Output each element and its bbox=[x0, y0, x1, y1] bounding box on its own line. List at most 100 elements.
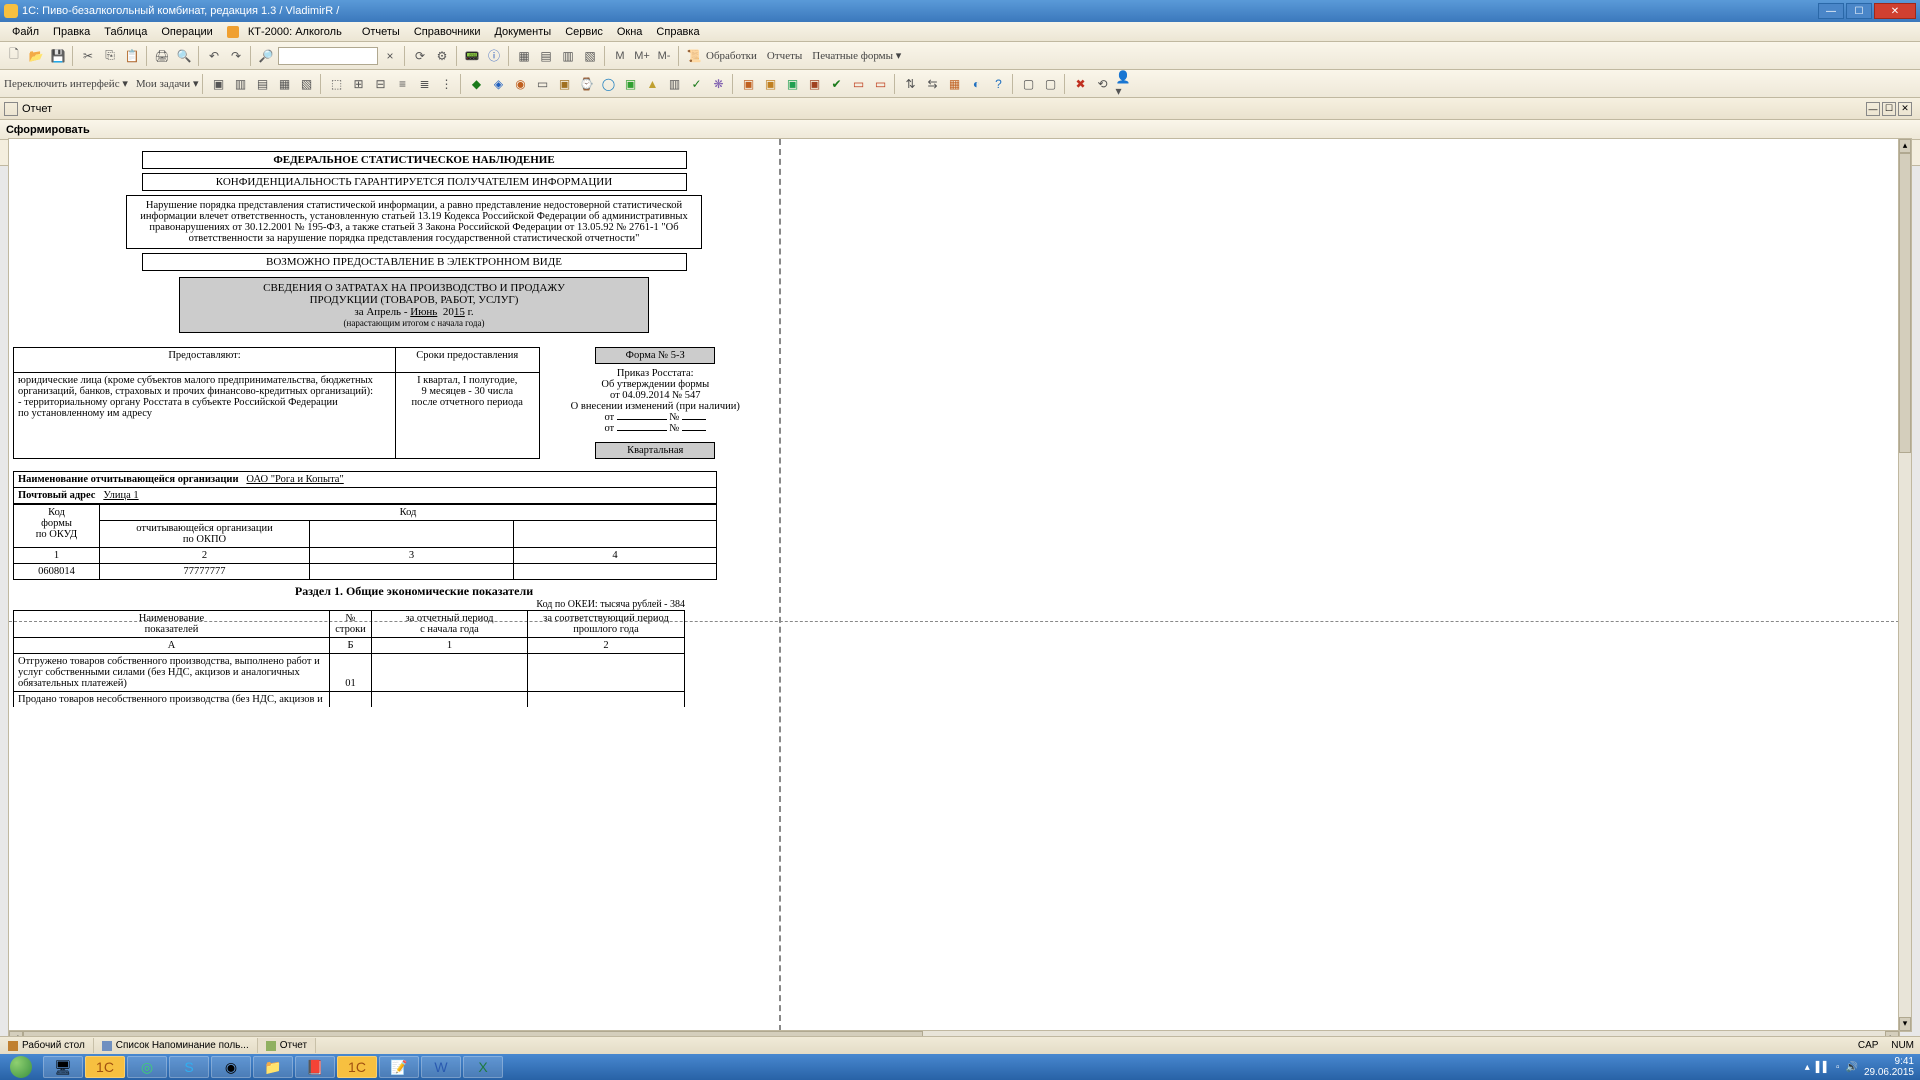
taskbar-1c2-icon[interactable]: 1C bbox=[337, 1056, 377, 1078]
minimize-button[interactable]: — bbox=[1818, 3, 1844, 19]
otchety-menu[interactable]: Отчеты bbox=[767, 50, 802, 62]
t2-icon-8[interactable]: ⊟ bbox=[370, 74, 390, 94]
copy-icon[interactable]: ⎘ bbox=[100, 46, 120, 66]
print-icon[interactable]: 🖨 bbox=[152, 46, 172, 66]
doc2-icon[interactable]: ▤ bbox=[536, 46, 556, 66]
menu-service[interactable]: Сервис bbox=[559, 24, 609, 40]
memory-mplus-button[interactable]: M+ bbox=[632, 46, 652, 66]
switch-interface-button[interactable]: Переключить интерфейс ▾ bbox=[4, 77, 128, 90]
taskbar-1c-icon[interactable]: 1C bbox=[85, 1056, 125, 1078]
start-button[interactable] bbox=[0, 1054, 42, 1080]
t2-icon-31[interactable]: ⇅ bbox=[900, 74, 920, 94]
menu-refs[interactable]: Справочники bbox=[408, 24, 487, 40]
t2-icon-3[interactable]: ▤ bbox=[252, 74, 272, 94]
nav-icon[interactable]: ⚙ bbox=[432, 46, 452, 66]
status-report[interactable]: Отчет bbox=[258, 1038, 316, 1053]
menu-kt2000[interactable]: КТ-2000: Алкоголь bbox=[221, 22, 354, 42]
t2-icon-16[interactable]: ▣ bbox=[554, 74, 574, 94]
close-button[interactable]: ✕ bbox=[1874, 3, 1916, 19]
doc1-icon[interactable]: ▦ bbox=[514, 46, 534, 66]
t2-icon-26[interactable]: ▣ bbox=[782, 74, 802, 94]
t2-icon-37[interactable]: ▢ bbox=[1040, 74, 1060, 94]
taskbar-folder-icon[interactable]: 📁 bbox=[253, 1056, 293, 1078]
taskbar-word-icon[interactable]: W bbox=[421, 1056, 461, 1078]
t2-icon-27[interactable]: ▣ bbox=[804, 74, 824, 94]
t2-icon-18[interactable]: ◯ bbox=[598, 74, 618, 94]
script-icon[interactable]: 📜 bbox=[684, 46, 704, 66]
t2-icon-30[interactable]: ▭ bbox=[870, 74, 890, 94]
open-icon[interactable]: 📂 bbox=[26, 46, 46, 66]
taskbar-explorer-icon[interactable]: 🖥 bbox=[43, 1056, 83, 1078]
cut-icon[interactable]: ✂ bbox=[78, 46, 98, 66]
t2-user-icon[interactable]: 👤▾ bbox=[1114, 74, 1134, 94]
t2-icon-34[interactable]: ◐ bbox=[966, 74, 986, 94]
save-icon[interactable]: 💾 bbox=[48, 46, 68, 66]
t2-icon-12[interactable]: ◆ bbox=[466, 74, 486, 94]
redo-icon[interactable]: ↷ bbox=[226, 46, 246, 66]
t2-icon-38[interactable]: ⟲ bbox=[1092, 74, 1112, 94]
mdi-max-button[interactable]: ☐ bbox=[1882, 102, 1896, 116]
help-icon[interactable]: ⓘ bbox=[484, 46, 504, 66]
combo-clear-icon[interactable]: × bbox=[380, 46, 400, 66]
t2-icon-14[interactable]: ◉ bbox=[510, 74, 530, 94]
menu-reports[interactable]: Отчеты bbox=[356, 24, 406, 40]
new-icon[interactable]: 🗋 bbox=[4, 46, 24, 66]
status-desktop[interactable]: Рабочий стол bbox=[0, 1038, 94, 1053]
t2-icon-13[interactable]: ◈ bbox=[488, 74, 508, 94]
t2-icon-23[interactable]: ❋ bbox=[708, 74, 728, 94]
menu-help[interactable]: Справка bbox=[650, 24, 705, 40]
tray-sound-icon[interactable]: 🔊 bbox=[1845, 1062, 1857, 1073]
mdi-min-button[interactable]: — bbox=[1866, 102, 1880, 116]
t2-icon-10[interactable]: ≣ bbox=[414, 74, 434, 94]
taskbar-pdf-icon[interactable]: 📕 bbox=[295, 1056, 335, 1078]
status-reminders[interactable]: Список Напоминание поль... bbox=[94, 1038, 258, 1053]
taskbar-excel-icon[interactable]: X bbox=[463, 1056, 503, 1078]
t2-icon-2[interactable]: ▥ bbox=[230, 74, 250, 94]
scroll-down-icon[interactable]: ▾ bbox=[1899, 1017, 1911, 1031]
t2-icon-25[interactable]: ▣ bbox=[760, 74, 780, 94]
t2-icon-6[interactable]: ⬚ bbox=[326, 74, 346, 94]
generate-button[interactable]: Сформировать bbox=[6, 124, 90, 136]
mdi-close-button[interactable]: ✕ bbox=[1898, 102, 1912, 116]
obrabotki-menu[interactable]: Обработки bbox=[706, 50, 757, 62]
t2-icon-21[interactable]: ▥ bbox=[664, 74, 684, 94]
taskbar-app2-icon[interactable]: ◎ bbox=[127, 1056, 167, 1078]
menu-docs[interactable]: Документы bbox=[488, 24, 557, 40]
vertical-scrollbar[interactable]: ▴ ▾ bbox=[1898, 138, 1912, 1032]
undo-icon[interactable]: ↶ bbox=[204, 46, 224, 66]
preview-icon[interactable]: 🔍 bbox=[174, 46, 194, 66]
t2-icon-20[interactable]: ▲ bbox=[642, 74, 662, 94]
refresh-icon[interactable]: ⟳ bbox=[410, 46, 430, 66]
vscroll-thumb[interactable] bbox=[1899, 153, 1911, 453]
tray-up-icon[interactable]: ▴ bbox=[1805, 1062, 1810, 1073]
find-icon[interactable]: 🔎 bbox=[256, 46, 276, 66]
scroll-up-icon[interactable]: ▴ bbox=[1899, 139, 1911, 153]
taskbar-notepad-icon[interactable]: 📝 bbox=[379, 1056, 419, 1078]
t2-icon-33[interactable]: ▦ bbox=[944, 74, 964, 94]
mytasks-button[interactable]: Мои задачи ▾ bbox=[136, 77, 199, 90]
taskbar-skype-icon[interactable]: S bbox=[169, 1056, 209, 1078]
pechat-menu[interactable]: Печатные формы ▾ bbox=[812, 49, 901, 62]
tab-report[interactable]: Отчет bbox=[22, 103, 52, 115]
menu-edit[interactable]: Правка bbox=[47, 24, 96, 40]
menu-table[interactable]: Таблица bbox=[98, 24, 153, 40]
t2-icon-11[interactable]: ⋮ bbox=[436, 74, 456, 94]
t2-icon-32[interactable]: ⇆ bbox=[922, 74, 942, 94]
t2-delete-icon[interactable]: ✖ bbox=[1070, 74, 1090, 94]
tray-net-icon[interactable]: ▫ bbox=[1836, 1062, 1840, 1073]
doc3-icon[interactable]: ▥ bbox=[558, 46, 578, 66]
tray-date[interactable]: 29.06.2015 bbox=[1864, 1067, 1914, 1078]
tray-time[interactable]: 9:41 bbox=[1864, 1056, 1914, 1067]
t2-icon-15[interactable]: ▭ bbox=[532, 74, 552, 94]
t2-icon-9[interactable]: ≡ bbox=[392, 74, 412, 94]
t2-icon-24[interactable]: ▣ bbox=[738, 74, 758, 94]
menu-windows[interactable]: Окна bbox=[611, 24, 649, 40]
paste-icon[interactable]: 📋 bbox=[122, 46, 142, 66]
doc4-icon[interactable]: ▧ bbox=[580, 46, 600, 66]
t2-icon-5[interactable]: ▧ bbox=[296, 74, 316, 94]
menu-file[interactable]: Файл bbox=[6, 24, 45, 40]
taskbar-chrome-icon[interactable]: ◉ bbox=[211, 1056, 251, 1078]
t2-icon-1[interactable]: ▣ bbox=[208, 74, 228, 94]
tray-flag-icon[interactable]: ▌▌ bbox=[1816, 1062, 1830, 1073]
memory-mminus-button[interactable]: M- bbox=[654, 46, 674, 66]
